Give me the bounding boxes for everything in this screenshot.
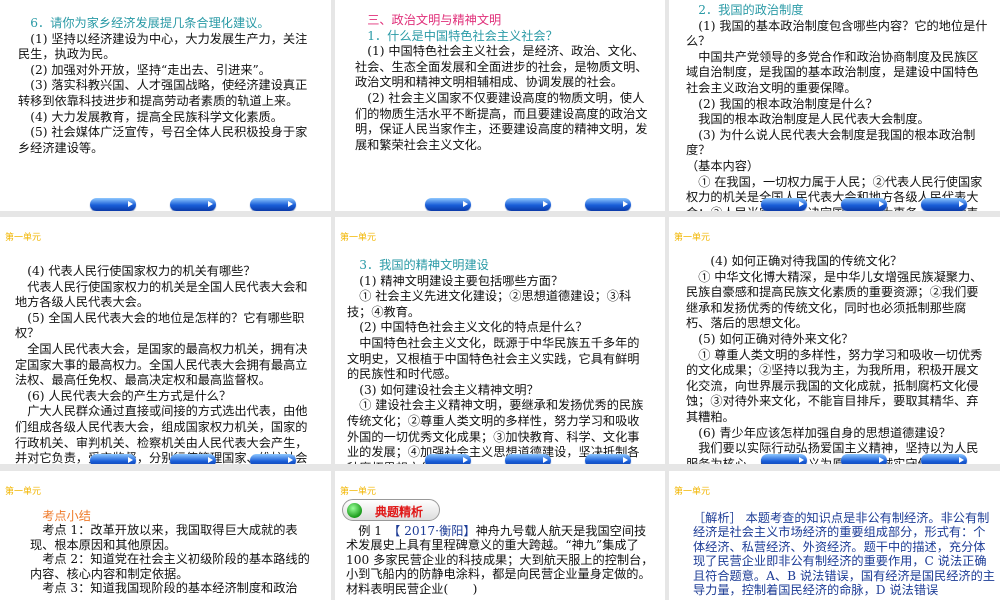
paragraph: ① 尊重人类文明的多样性，努力学习和吸收一切优秀的文化成果；②坚持以我为主，为我… <box>686 347 983 424</box>
unit-label: 第一单元 <box>674 487 711 497</box>
paragraph: ［解析］ 本题考查的知识点是非公有制经济。非公有制经济是社会主义市场经济的重要组… <box>693 511 995 598</box>
section-badge: 典题精析 <box>342 499 440 521</box>
paragraph: (2) 社会主义国家不仅要建设高度的物质文明，使人们的物质生活水平不断提高，而且… <box>355 90 648 152</box>
next-slide-button[interactable] <box>250 198 296 211</box>
prev-slide-button[interactable] <box>425 198 471 211</box>
paragraph: (1) 中国特色社会主义社会，是经济、政治、文化、社会、生态全面发展和全面进步的… <box>355 44 648 90</box>
prev-slide-button[interactable] <box>761 454 807 464</box>
home-button[interactable] <box>170 454 216 464</box>
slide: 三、政治文明与精神文明 1．什么是中国特色社会主义社会？ (1) 中国特色社会主义社… <box>335 0 665 211</box>
home-button[interactable] <box>841 454 887 464</box>
paragraph: (5) 社会媒体广泛宣传，号召全体人民积极投身于家乡经济建设等。 <box>18 125 308 155</box>
paragraph: (1) 我国的基本政治制度包含哪些内容？它的地位是什么？ <box>686 18 988 49</box>
unit-label: 第一单元 <box>340 487 377 497</box>
paragraph: 考点 1：改革开放以来，我国取得巨大成就的表现、根本原因和其他原因。 <box>30 523 298 552</box>
paragraph: 考点 3：知道我国现阶段的基本经济制度和政治 <box>42 581 298 596</box>
slide: 6．请你为家乡经济发展提几条合理化建议。 (1) 坚持以经济建设为中心，大力发展生… <box>0 0 331 211</box>
home-button[interactable] <box>841 198 887 211</box>
paragraph: (3) 为什么说人民代表大会制度是我国的根本政治制度？ <box>686 127 976 158</box>
next-slide-button[interactable] <box>921 454 967 464</box>
paragraph: (5) 全国人民代表大会的地位是怎样的？它有哪些职权？ <box>15 310 305 341</box>
section-heading: 2．我国的政治制度 <box>698 3 804 17</box>
slide-text: 3．我国的精神文明建设 (1) 精神文明建设主要包括哪些方面？ ① 社会主义先进文化… <box>347 258 647 464</box>
slide: 第一单元典题精析例 1 【 2017·衡阳】神舟九号载人航天是我国空间技术发展史… <box>335 471 665 600</box>
next-slide-button[interactable] <box>250 454 296 464</box>
section-heading: 3．我国的精神文明建设 <box>359 258 489 272</box>
section-heading: 1．什么是中国特色社会主义社会？ <box>367 28 558 43</box>
next-slide-button[interactable] <box>585 454 631 464</box>
paragraph: 中国共产党领导的多党合作和政治协商制度及民族区域自治制度，是我国的基本政治制度，… <box>686 49 979 95</box>
slide: 第一单元 ［解析］ 本题考查的知识点是非公有制经济。非公有制经济是社会主义市场经济… <box>669 471 1000 600</box>
slide-text: (4) 代表人民行使国家权力的机关有哪些？ 代表人民行使国家权力的机关是全国人民代… <box>15 264 316 464</box>
slide-text: 6．请你为家乡经济发展提几条合理化建议。 (1) 坚持以经济建设为中心，大力发展生… <box>18 16 316 156</box>
paragraph: (2) 中国特色社会主义文化的特点是什么？ <box>359 320 588 335</box>
badge-label: 典题精析 <box>375 505 424 519</box>
green-dot-icon <box>347 503 362 518</box>
example-source: 【 2017·衡阳】 <box>394 524 476 538</box>
slide: 第一单元 (4) 如何正确对待我国的传统文化？ ① 中华文化博大精深，是中华儿女增… <box>669 217 1000 464</box>
paragraph: (2) 我国的根本政治制度是什么？ <box>698 96 878 111</box>
paragraph: (6) 青少年应该怎样加强自身的思想道德建设？ <box>698 425 951 440</box>
paragraph: (3) 如何建设社会主义精神文明？ <box>359 382 539 397</box>
section-heading: 6．请你为家乡经济发展提几条合理化建议。 <box>30 16 270 30</box>
slide: 第一单元 (4) 代表人民行使国家权力的机关有哪些？ 代表人民行使国家权力的机关是全… <box>0 217 331 464</box>
unit-label: 第一单元 <box>340 233 377 243</box>
slide: 第一单元 3．我国的精神文明建设 (1) 精神文明建设主要包括哪些方面？ ① 社会主义… <box>335 217 665 464</box>
unit-label: 第一单元 <box>5 233 42 243</box>
slide-text: 2．我国的政治制度 (1) 我国的基本政治制度包含哪些内容？它的地位是什么？ 中国共… <box>686 3 990 211</box>
example-number: 例 1 <box>358 524 395 538</box>
slide-text: 例 1 【 2017·衡阳】神舟九号载人航天是我国空间技术发展史上具有里程碑意义… <box>346 524 658 596</box>
next-slide-button[interactable] <box>921 198 967 211</box>
home-button[interactable] <box>505 454 551 464</box>
paragraph: ① 社会主义先进文化建设；②思想道德建设；③科技；④教育。 <box>347 289 632 319</box>
prev-slide-button[interactable] <box>761 198 807 211</box>
paragraph: (4) 大力发展教育，提高全民族科学文化素质。 <box>30 109 283 124</box>
prev-slide-button[interactable] <box>90 198 136 211</box>
slide-text: 考点小结 考点 1：改革开放以来，我国取得巨大成就的表现、根本原因和其他原因。 考点… <box>30 509 320 595</box>
paragraph: ① 中华文化博大精深，是中华儿女增强民族凝聚力、民族自豪感和提高民族文化素质的重… <box>686 269 983 331</box>
slide-text: ［解析］ 本题考查的知识点是非公有制经济。非公有制经济是社会主义市场经济的重要组… <box>693 511 995 597</box>
next-slide-button[interactable] <box>585 198 631 211</box>
paragraph: 代表人民行使国家权力的机关是全国人民代表大会和地方各级人民代表大会。 <box>15 279 308 310</box>
unit-label: 第一单元 <box>5 487 42 497</box>
paragraph: (6) 人民代表大会的产生方式是什么？ <box>27 388 232 403</box>
section-heading: 三、政治文明与精神文明 <box>367 13 502 27</box>
paragraph: 例 1 【 2017·衡阳】神舟九号载人航天是我国空间技术发展史上具有里程碑意义… <box>346 524 658 596</box>
unit-label: 第一单元 <box>674 233 711 243</box>
paragraph: (1) 坚持以经济建设为中心，大力发展生产力，关注民生，执政为民。 <box>18 31 308 62</box>
slide: 2．我国的政治制度 (1) 我国的基本政治制度包含哪些内容？它的地位是什么？ 中国共… <box>669 0 1000 211</box>
paragraph: 全国人民代表大会，是国家的最高权力机关，拥有决定国家大事的最高权力。全国人民代表… <box>15 341 308 388</box>
slide: 第一单元考点小结 考点 1：改革开放以来，我国取得巨大成就的表现、根本原因和其他原… <box>0 471 331 600</box>
paragraph: 我国的根本政治制度是人民代表大会制度。 <box>698 112 930 127</box>
home-button[interactable] <box>170 198 216 211</box>
paragraph: 中国特色社会主义文化，既源于中华民族五千多年的文明史，又根植于中国特色社会主义实… <box>347 335 640 382</box>
section-heading: 考点小结 <box>42 509 91 523</box>
slide-text: (4) 如何正确对待我国的传统文化？ ① 中华文化博大精深，是中华儿女增强民族凝聚… <box>686 254 990 464</box>
prev-slide-button[interactable] <box>90 454 136 464</box>
paragraph: （基本内容） <box>686 158 760 173</box>
paragraph: (5) 如何正确对待外来文化？ <box>698 331 854 346</box>
paragraph: (4) 如何正确对待我国的传统文化？ <box>698 254 903 268</box>
prev-slide-button[interactable] <box>425 454 471 464</box>
slide-text: 三、政治文明与精神文明 1．什么是中国特色社会主义社会？ (1) 中国特色社会主义社… <box>355 13 655 153</box>
paragraph: (1) 精神文明建设主要包括哪些方面？ <box>359 273 564 288</box>
home-button[interactable] <box>505 198 551 211</box>
paragraph: (3) 落实科教兴国、人才强国战略，使经济建设真正转移到依靠科技进步和提高劳动者… <box>18 78 308 108</box>
paragraph: (4) 代表人民行使国家权力的机关有哪些？ <box>27 264 256 278</box>
paragraph: 考点 2：知道党在社会主义初级阶段的基本路线的内容、核心内容和制定依据。 <box>30 552 310 581</box>
paragraph: (2) 加强对外开放，坚持“走出去、引进来”。 <box>30 62 271 77</box>
